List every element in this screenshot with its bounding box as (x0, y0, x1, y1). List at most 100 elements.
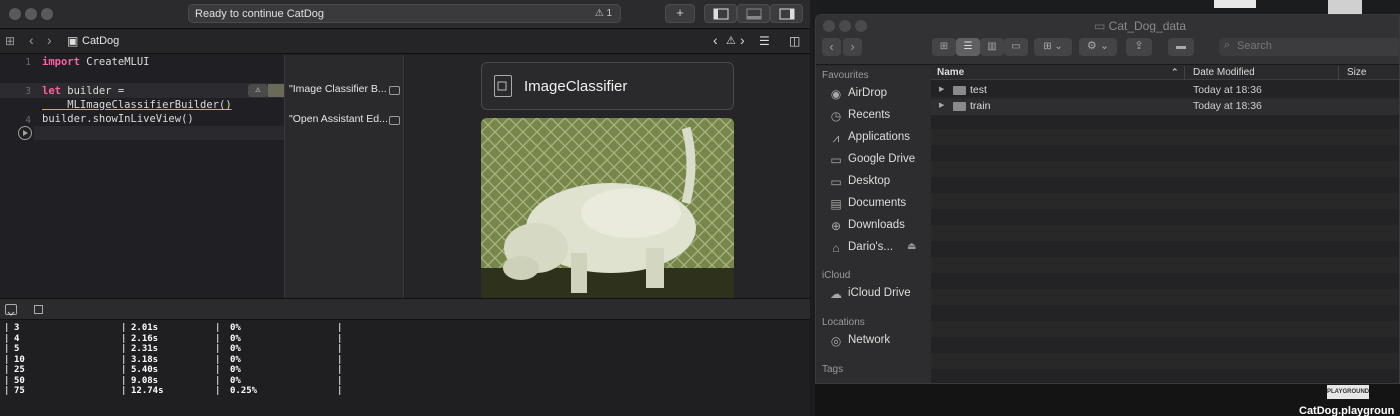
code-line[interactable]: builder.showInLiveView() (42, 113, 194, 125)
prev-issue-chevron-icon[interactable]: ‹ (713, 32, 718, 48)
console-row: | | | | 75 12.74s 0.25% (0, 386, 400, 396)
quick-look-icon[interactable] (389, 116, 400, 125)
hide-debug-area-icon[interactable] (5, 304, 17, 316)
code-keyword: let (42, 85, 61, 97)
sidebar-item[interactable]: ⌂ Dario's... ⏏ (829, 240, 929, 258)
sidebar-item[interactable]: ◷ Recents (829, 108, 929, 126)
image-classifier-title: ImageClassifier (524, 78, 628, 95)
stop-icon[interactable] (34, 305, 43, 314)
finder-title-text: Cat_Dog_data (1108, 19, 1187, 33)
run-line-highlight (34, 126, 284, 140)
sidebar-item[interactable]: ▤ Documents (829, 196, 929, 214)
navigator-toggle-button[interactable] (704, 4, 737, 23)
breadcrumb-file[interactable]: CatDog (82, 35, 119, 47)
minimize-window-button[interactable] (839, 20, 851, 32)
disclosure-triangle-icon[interactable]: ▶ (939, 101, 944, 109)
console-divider: | (121, 333, 127, 344)
column-name[interactable]: Name (937, 67, 964, 78)
code-line[interactable]: import CreateMLUI (42, 56, 149, 68)
console-cell: 75 (14, 386, 25, 396)
console-divider: | (121, 354, 127, 365)
console-divider: | (4, 386, 10, 396)
console-cell: 12.74s (131, 386, 164, 396)
debug-bar (0, 298, 810, 320)
eject-icon[interactable]: ⏏ (907, 241, 916, 252)
editor-options-icon[interactable]: ☰ (759, 34, 770, 48)
zoom-window-button[interactable] (41, 8, 53, 20)
file-row[interactable]: ▶ train Today at 18:36 (931, 99, 1399, 115)
row-stripe (931, 129, 1399, 145)
icon-view-icon[interactable]: ⊞ (932, 38, 956, 56)
finder-window: ▭ Cat_Dog_data ‹ › ⊞ ☰ ▥ ▭ ⊞ ⌄ ⚙ ⌄ ⇪ ▬ ⌕… (815, 14, 1400, 384)
debug-area-toggle-button[interactable] (737, 4, 770, 23)
sidebar-item-label: Google Drive (848, 153, 916, 165)
run-playground-button[interactable] (18, 126, 32, 140)
gallery-view-icon[interactable]: ▭ (1004, 38, 1028, 56)
home-icon: ⌂ (832, 241, 840, 255)
desktop-window-fragment (1214, 0, 1256, 8)
forward-chevron-icon[interactable]: › (47, 32, 52, 48)
code-line[interactable]: let builder = (42, 85, 124, 97)
group-by-icon[interactable]: ⊞ ⌄ (1034, 38, 1072, 56)
folder-icon (953, 86, 966, 95)
column-size[interactable]: Size (1347, 67, 1366, 78)
console-divider: | (215, 323, 221, 333)
playground-file-icon[interactable]: PLAYGROUND (1327, 385, 1369, 399)
folder-icon: ▭ (1094, 19, 1109, 33)
warning-marker (268, 84, 284, 97)
back-chevron-icon[interactable]: ‹ (822, 38, 841, 56)
desktop-background: PLAYGROUND CatDog.playgroun (815, 384, 1400, 416)
activity-warning[interactable]: ⚠ 1 (595, 8, 612, 19)
results-sidebar: "Image Classifier B... "Open Assistant E… (284, 55, 404, 298)
warning-icon[interactable]: ⚠ (248, 84, 268, 97)
minimize-window-button[interactable] (25, 8, 37, 20)
console-divider: | (4, 323, 10, 333)
back-chevron-icon[interactable]: ‹ (29, 32, 34, 48)
code-line[interactable]: MLImageClassifierBuilder() (42, 99, 231, 111)
console-row: | | | | 25 5.40s 0% (0, 365, 400, 375)
file-row[interactable]: ▶ test Today at 18:36 (931, 83, 1399, 99)
close-window-button[interactable] (823, 20, 835, 32)
row-stripe (931, 257, 1399, 273)
sidebar-item[interactable]: ▭ Desktop (829, 174, 929, 192)
console-cell: 0% (230, 365, 241, 375)
list-view-icon[interactable]: ☰ (956, 38, 980, 56)
gear-icon[interactable]: ⚙ ⌄ (1079, 38, 1117, 56)
console-cell: 3 (14, 323, 20, 333)
add-library-button[interactable]: + (665, 4, 695, 23)
desktop-file-label[interactable]: CatDog.playgroun (1299, 405, 1394, 416)
forward-chevron-icon[interactable]: › (843, 38, 862, 56)
share-icon[interactable]: ⇪ (1126, 38, 1152, 56)
zoom-window-button[interactable] (855, 20, 867, 32)
split-editor-icon[interactable]: ◫ (789, 34, 800, 48)
inspector-toggle-button[interactable] (770, 4, 803, 23)
next-issue-chevron-icon[interactable]: › (740, 32, 745, 48)
sidebar-item[interactable]: ☁ iCloud Drive (829, 286, 929, 304)
line-number: 4 (25, 115, 31, 126)
training-image-dog[interactable] (481, 118, 734, 298)
console-cell: 2.16s (131, 333, 159, 344)
column-view-icon[interactable]: ▥ (980, 38, 1004, 56)
disclosure-triangle-icon[interactable]: ▶ (939, 85, 944, 93)
tag-icon[interactable]: ▬ (1168, 38, 1194, 56)
sidebar-item[interactable]: ▭ Google Drive (829, 152, 929, 170)
related-items-grid-icon[interactable]: ⊞ (5, 34, 15, 48)
code-editor[interactable]: 1 import CreateMLUI 3 let builder = MLIm… (0, 55, 284, 298)
sidebar-item[interactable]: ◎ Network (829, 333, 929, 351)
sidebar-item[interactable]: ⊕ Downloads (829, 218, 929, 236)
live-view: ImageClassifier (405, 55, 810, 298)
quick-look-icon[interactable] (389, 86, 400, 95)
result-value: "Open Assistant Ed... (289, 113, 388, 125)
issue-warning-icon[interactable]: ⚠ (726, 34, 736, 47)
sidebar-item[interactable]: ⩘ Applications (829, 130, 929, 148)
console-cell: 0% (230, 333, 241, 344)
search-icon: ⌕ (1224, 39, 1231, 51)
sidebar-item[interactable]: ◉ AirDrop (829, 86, 929, 104)
console-divider: | (4, 375, 10, 386)
sidebar-section-tags: Tags (822, 364, 844, 375)
model-file-icon (494, 75, 512, 97)
close-window-button[interactable] (9, 8, 21, 20)
column-date-modified[interactable]: Date Modified (1193, 67, 1255, 78)
search-field[interactable]: ⌕ Search (1219, 38, 1399, 56)
console-divider: | (4, 333, 10, 344)
